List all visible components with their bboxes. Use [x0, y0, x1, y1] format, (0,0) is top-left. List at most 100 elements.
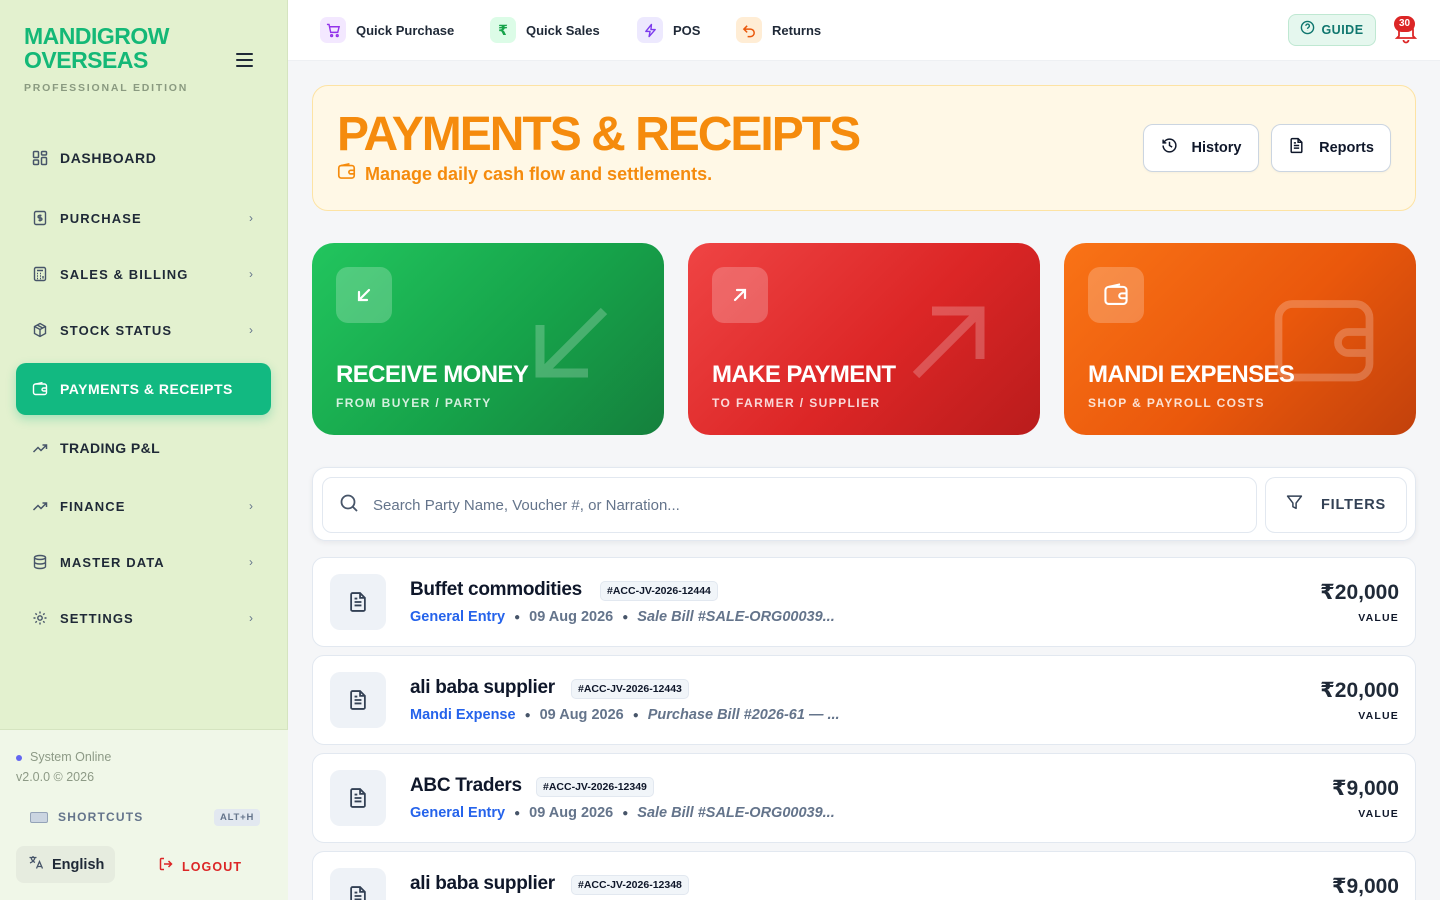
quick-action-label: Returns [772, 22, 822, 38]
quick-action-label: POS [673, 22, 701, 38]
sidebar-item-settings[interactable]: SETTINGS › [16, 592, 271, 644]
language-label: English [52, 856, 105, 873]
amount-caption: VALUE [1358, 808, 1399, 820]
sidebar-item-label: SALES & BILLING [60, 266, 189, 282]
voucher-badge: #ACC-JV-2026-12444 [600, 581, 718, 601]
separator-dot: ● [632, 709, 639, 721]
card-subtitle: TO FARMER / SUPPLIER [712, 396, 881, 410]
list-item[interactable]: ali baba supplier #ACC-JV-2026-12348 ₹9,… [312, 851, 1416, 900]
mandi-expenses-card[interactable]: MANDI EXPENSES SHOP & PAYROLL COSTS [1064, 243, 1416, 435]
entry-date: 09 Aug 2026 [539, 707, 624, 723]
separator-dot: ● [524, 709, 531, 721]
document-icon [330, 770, 386, 826]
sidebar-item-label: MASTER DATA [60, 554, 165, 570]
arrow-down-left-watermark-icon [535, 307, 608, 378]
quick-action-label: Quick Sales [526, 22, 600, 38]
entry-date: 09 Aug 2026 [529, 805, 614, 821]
sidebar-item-finance[interactable]: FINANCE › [16, 480, 271, 532]
help-icon [1300, 20, 1315, 40]
party-name: ali baba supplier [410, 677, 555, 698]
box-icon [32, 322, 48, 338]
party-name: Buffet commodities [410, 579, 582, 600]
brand-name-line2: OVERSEAS [24, 47, 148, 73]
sidebar-item-dashboard[interactable]: DASHBOARD [16, 132, 271, 184]
quick-action-label: Quick Purchase [356, 22, 455, 38]
brand: MANDIGROW OVERSEAS PROFESSIONAL EDITION [24, 24, 188, 94]
sidebar-item-sales-billing[interactable]: SALES & BILLING › [16, 248, 271, 300]
sidebar-item-label: TRADING P&L [60, 440, 161, 456]
card-title: RECEIVE MONEY [336, 361, 529, 388]
sidebar-item-payments-receipts[interactable]: PAYMENTS & RECEIPTS [16, 363, 271, 415]
entry-amount: ₹20,000 [1320, 581, 1399, 604]
page-subtitle-text: Manage daily cash flow and settlements. [365, 163, 713, 184]
trending-up-icon [32, 498, 48, 514]
receive-money-card[interactable]: RECEIVE MONEY FROM BUYER / PARTY [312, 243, 664, 435]
system-status: System Online v2.0.0 © 2026 [16, 747, 111, 787]
card-subtitle: SHOP & PAYROLL COSTS [1088, 396, 1265, 410]
separator-dot: ● [622, 611, 629, 623]
separator-dot: ● [622, 807, 629, 819]
menu-toggle-icon[interactable] [236, 53, 253, 67]
history-button[interactable]: History [1143, 124, 1259, 172]
status-text: System Online [30, 750, 112, 764]
party-name: ali baba supplier [410, 873, 555, 894]
sidebar-footer: System Online v2.0.0 © 2026 SHORTCUTS AL… [0, 729, 288, 900]
document-icon [330, 574, 386, 630]
entry-narration: Sale Bill #SALE-ORG00039... [637, 609, 835, 625]
arrow-up-right-watermark-icon [912, 306, 985, 379]
amount-caption: VALUE [1358, 710, 1399, 722]
sidebar-item-label: FINANCE [60, 498, 126, 514]
filters-button[interactable]: FILTERS [1265, 477, 1407, 533]
returns-button[interactable]: Returns [736, 16, 821, 44]
sidebar-item-trading-pl[interactable]: TRADING P&L [16, 422, 271, 474]
separator-dot: ● [514, 807, 521, 819]
list-item[interactable]: ali baba supplier #ACC-JV-2026-12443 Man… [312, 655, 1416, 745]
pos-button[interactable]: POS [637, 16, 700, 44]
make-payment-card[interactable]: MAKE PAYMENT TO FARMER / SUPPLIER [688, 243, 1040, 435]
logout-button[interactable]: LOGOUT [158, 856, 242, 877]
history-icon [1161, 137, 1178, 159]
voucher-badge: #ACC-JV-2026-12443 [571, 679, 689, 699]
sidebar-item-master-data[interactable]: MASTER DATA › [16, 536, 271, 588]
sidebar-item-label: DASHBOARD [60, 150, 157, 166]
page-title: PAYMENTS & RECEIPTS [337, 108, 861, 161]
search-bar: FILTERS [312, 467, 1416, 541]
entry-type: Mandi Expense [410, 707, 516, 723]
entry-narration: Purchase Bill #2026-61 — ... [647, 707, 840, 723]
chevron-right-icon: › [249, 267, 253, 281]
notification-count-badge: 30 [1394, 16, 1416, 32]
shortcuts-button[interactable]: SHORTCUTS [30, 810, 143, 824]
sidebar-item-purchase[interactable]: PURCHASE › [16, 192, 271, 244]
separator-dot: ● [514, 611, 521, 623]
reports-button[interactable]: Reports [1271, 124, 1391, 172]
gear-icon [32, 610, 48, 626]
lightning-icon [637, 17, 663, 43]
arrow-down-left-icon [336, 267, 392, 323]
dashboard-icon [32, 150, 48, 166]
rupee-icon: ₹ [490, 17, 516, 43]
chevron-right-icon: › [249, 555, 253, 569]
voucher-badge: #ACC-JV-2026-12348 [571, 875, 689, 895]
database-icon [32, 554, 48, 570]
entry-amount: ₹9,000 [1331, 777, 1399, 800]
page-header: PAYMENTS & RECEIPTS Manage daily cash fl… [312, 85, 1416, 211]
card-title: MANDI EXPENSES [1088, 361, 1295, 388]
sidebar-item-label: PURCHASE [60, 210, 142, 226]
translate-icon [28, 854, 44, 875]
shortcut-key-badge: ALT+H [214, 809, 261, 826]
quick-purchase-button[interactable]: Quick Purchase [320, 16, 454, 44]
list-item[interactable]: ABC Traders #ACC-JV-2026-12349 General E… [312, 753, 1416, 843]
logout-icon [158, 856, 174, 877]
cart-icon [320, 17, 346, 43]
search-field-wrapper [322, 477, 1257, 533]
language-switcher[interactable]: English [16, 846, 115, 883]
guide-label: GUIDE [1321, 23, 1364, 37]
sidebar-item-stock-status[interactable]: STOCK STATUS › [16, 304, 271, 356]
list-item[interactable]: Buffet commodities #ACC-JV-2026-12444 Ge… [312, 557, 1416, 647]
guide-button[interactable]: GUIDE [1288, 14, 1376, 46]
document-icon [330, 672, 386, 728]
brand-edition: PROFESSIONAL EDITION [24, 82, 189, 94]
search-input[interactable] [373, 496, 1233, 514]
quick-sales-button[interactable]: ₹ Quick Sales [490, 16, 600, 44]
logout-label: LOGOUT [182, 859, 243, 874]
